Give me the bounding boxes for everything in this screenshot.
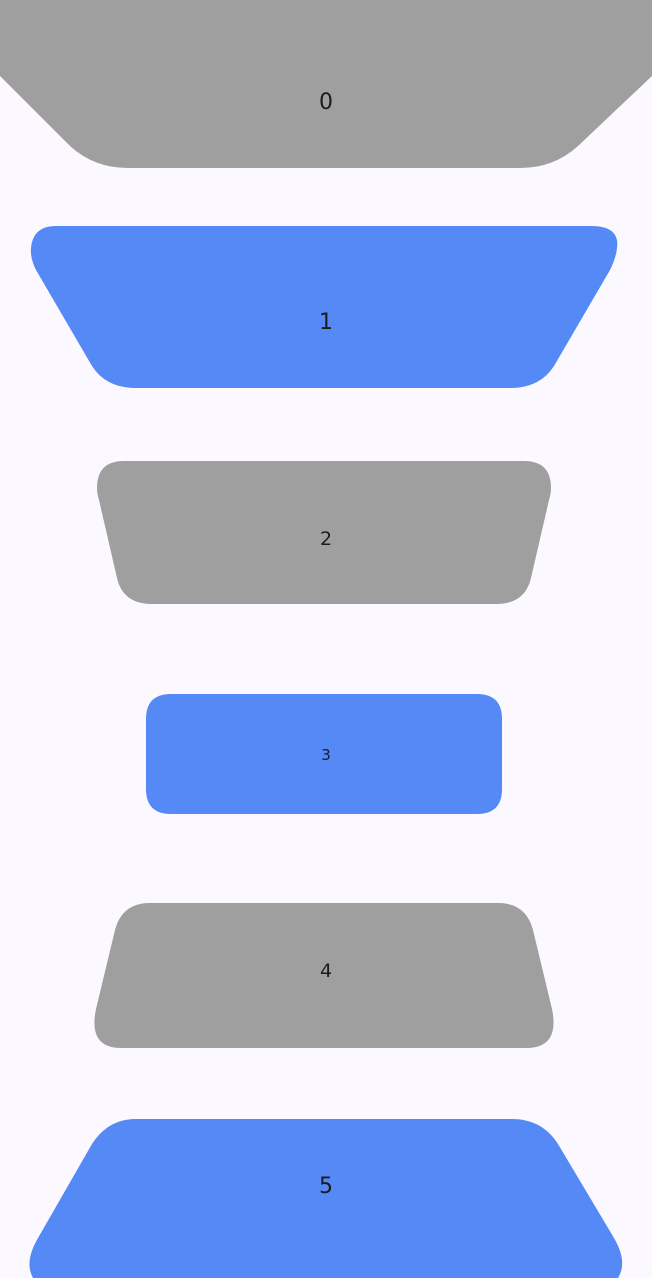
carousel-item-shape-1[interactable] bbox=[30, 226, 618, 388]
carousel-item-2[interactable]: 2 bbox=[0, 528, 652, 550]
carousel-item-3[interactable]: 3 bbox=[0, 746, 652, 764]
carousel-item-label-1: 1 bbox=[319, 310, 333, 335]
carousel-item-label-2: 2 bbox=[319, 528, 333, 550]
carousel-shapes bbox=[0, 0, 652, 1278]
carousel-item-5[interactable]: 5 bbox=[0, 1174, 652, 1200]
carousel-item-shape-0[interactable] bbox=[0, 0, 652, 168]
carousel-item-label-5: 5 bbox=[319, 1174, 333, 1199]
carousel-item-label-0: 0 bbox=[319, 90, 333, 115]
carousel-item-label-4: 4 bbox=[319, 960, 333, 982]
carousel-item-1[interactable]: 1 bbox=[0, 310, 652, 336]
carousel-item-label-3: 3 bbox=[321, 746, 331, 764]
carousel-screen[interactable]: 0 1 2 3 4 5 bbox=[0, 0, 652, 1278]
carousel-item-4[interactable]: 4 bbox=[0, 960, 652, 982]
carousel-item-0[interactable]: 0 bbox=[0, 90, 652, 122]
